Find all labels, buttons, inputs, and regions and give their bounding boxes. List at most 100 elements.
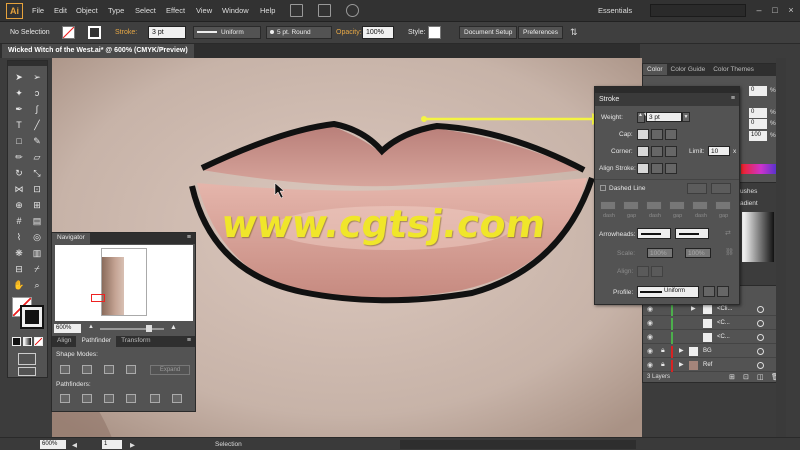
tab-transform[interactable]: Transform (116, 336, 155, 347)
round-cap-button[interactable] (651, 129, 663, 140)
pencil-tool-icon[interactable]: ✏ (10, 149, 28, 165)
workspace-switcher[interactable]: Essentials (598, 6, 632, 15)
black-value[interactable]: 100 (749, 131, 767, 141)
target-circle-icon[interactable] (757, 320, 764, 327)
menu-object[interactable]: Object (76, 6, 98, 15)
hand-tool-icon[interactable]: ✋ (10, 277, 28, 293)
cyan-value[interactable]: 0 (749, 86, 767, 96)
stroke-label[interactable]: Stroke: (115, 29, 137, 36)
bridge-icon[interactable] (290, 4, 303, 17)
visibility-eye-icon[interactable]: ◉ (647, 361, 653, 369)
screen-mode-icon[interactable] (18, 367, 36, 376)
width-tool-icon[interactable]: ⋈ (10, 181, 28, 197)
brush-dropdown[interactable]: 5 pt. Round (266, 26, 332, 39)
tab-color-guide[interactable]: Color Guide (667, 64, 710, 75)
draw-mode-icon[interactable] (18, 353, 36, 365)
start-scale-input[interactable]: 100% (647, 248, 673, 258)
type-tool-icon[interactable]: T (10, 117, 28, 133)
paintbrush-tool-icon[interactable]: ✎ (28, 133, 46, 149)
minus-front-icon[interactable] (82, 365, 92, 374)
visibility-eye-icon[interactable]: ◉ (647, 319, 653, 327)
dash-2-input[interactable] (646, 201, 662, 210)
layer-name[interactable]: <Cli... (717, 306, 733, 312)
navigator-zoom-input[interactable]: 600% (54, 324, 81, 333)
projecting-cap-button[interactable] (665, 129, 677, 140)
crop-icon[interactable] (126, 394, 136, 403)
align-dash-button[interactable] (711, 183, 731, 194)
document-setup-button[interactable]: Document Setup (459, 26, 518, 39)
minus-back-icon[interactable] (172, 394, 182, 403)
tab-navigator[interactable]: Navigator (52, 233, 90, 244)
navigator-zoom-knob[interactable] (146, 325, 152, 332)
weight-input[interactable]: 3 pt (646, 112, 682, 122)
eyedropper-tool-icon[interactable]: ⌇ (10, 229, 28, 245)
stroke-panel-title[interactable]: Stroke (599, 96, 619, 103)
outline-icon[interactable] (150, 394, 160, 403)
tab-color-themes[interactable]: Color Themes (709, 64, 758, 75)
variable-width-profile-dropdown[interactable]: Uniform (193, 26, 261, 39)
status-zoom-input[interactable]: 600% (40, 440, 66, 449)
intersect-icon[interactable] (104, 365, 114, 374)
preferences-button[interactable]: Preferences (518, 26, 564, 39)
merge-icon[interactable] (104, 394, 114, 403)
arrange-documents-icon[interactable] (318, 4, 331, 17)
zoom-tool-icon[interactable]: ⌕ (28, 277, 46, 293)
dashed-line-checkbox[interactable] (600, 185, 606, 191)
stroke-color-box[interactable] (20, 305, 44, 329)
trim-icon[interactable] (82, 394, 92, 403)
pen-tool-icon[interactable]: ✒ (10, 101, 28, 117)
swap-arrowheads-icon[interactable]: ⇄ (725, 229, 731, 237)
mesh-tool-icon[interactable]: # (10, 213, 28, 229)
close-document-icon[interactable]: × (160, 46, 164, 53)
menu-edit[interactable]: Edit (54, 6, 67, 15)
end-arrowhead-dropdown[interactable] (675, 228, 709, 239)
maximize-icon[interactable]: □ (768, 3, 782, 17)
arrow-tip-beyond-button[interactable] (637, 266, 649, 277)
flip-along-button[interactable] (703, 286, 715, 297)
color-spectrum[interactable] (741, 164, 781, 174)
horizontal-scrollbar[interactable] (400, 440, 636, 449)
pathfinder-menu-icon[interactable]: ≡ (187, 337, 191, 344)
layer-row[interactable]: ◉ ▶ <Cli... (643, 304, 785, 316)
toolbar-grip[interactable] (8, 61, 47, 66)
scale-tool-icon[interactable]: ⤡ (28, 165, 46, 181)
gradient-mode-icon[interactable] (23, 337, 32, 346)
stroke-swatch[interactable] (88, 26, 101, 39)
tab-align[interactable]: Align (52, 336, 76, 347)
menu-file[interactable]: File (32, 6, 44, 15)
selection-tool-icon[interactable]: ➤ (10, 69, 28, 85)
line-tool-icon[interactable]: ╱ (28, 117, 46, 133)
make-clipping-mask-icon[interactable]: ◫ (757, 373, 764, 381)
layer-name[interactable]: <C... (717, 320, 730, 326)
gap-2-input[interactable] (669, 201, 685, 210)
align-inside-button[interactable] (651, 163, 663, 174)
unite-icon[interactable] (60, 365, 70, 374)
none-mode-icon[interactable] (34, 337, 43, 346)
zoom-out-icon[interactable]: ▲ (88, 324, 94, 330)
layer-row[interactable]: ◉ <C... (643, 332, 785, 344)
blend-tool-icon[interactable]: ◎ (28, 229, 46, 245)
perspective-grid-tool-icon[interactable]: ⊞ (28, 197, 46, 213)
first-artboard-icon[interactable]: ◀ (72, 441, 77, 449)
weight-stepper[interactable]: ▲▼ (637, 112, 648, 123)
target-circle-icon[interactable] (757, 348, 764, 355)
fill-swatch[interactable] (62, 26, 75, 39)
opacity-label[interactable]: Opacity: (336, 29, 362, 36)
menu-window[interactable]: Window (222, 6, 249, 15)
new-sublayer-icon[interactable]: ⊡ (743, 373, 749, 381)
arrow-tip-at-end-button[interactable] (651, 266, 663, 277)
bevel-join-button[interactable] (665, 146, 677, 157)
layer-name[interactable]: BG (703, 348, 712, 354)
expand-triangle-icon[interactable]: ▶ (679, 361, 684, 368)
lock-icon[interactable]: 🔒︎ (661, 361, 665, 369)
preserve-dash-button[interactable] (687, 183, 707, 194)
layer-row[interactable]: ◉ <C... (643, 318, 785, 330)
end-scale-input[interactable]: 100% (685, 248, 711, 258)
column-graph-tool-icon[interactable]: ▥ (28, 245, 46, 261)
menu-effect[interactable]: Effect (166, 6, 185, 15)
stroke-panel-menu-icon[interactable]: ≡ (731, 95, 735, 102)
layer-name[interactable]: <C... (717, 334, 730, 340)
align-outside-button[interactable] (665, 163, 677, 174)
flip-across-button[interactable] (717, 286, 729, 297)
navigator-zoom-slider[interactable] (100, 328, 164, 330)
